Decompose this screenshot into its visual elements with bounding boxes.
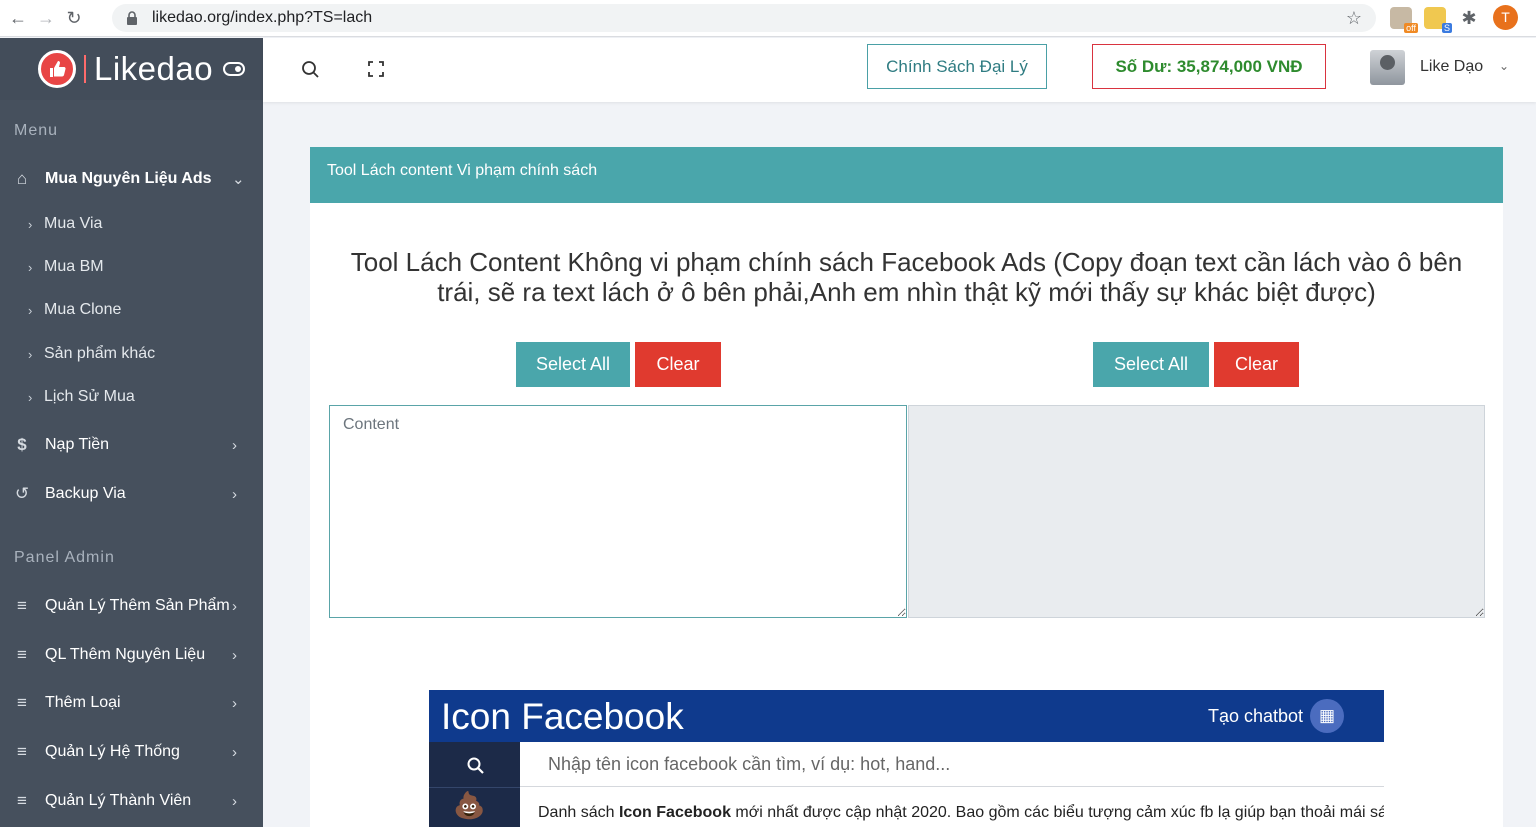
layers-icon: ≡ [17, 791, 27, 810]
layers-icon: ≡ [17, 596, 27, 615]
bookmark-star-icon[interactable]: ☆ [1346, 8, 1362, 29]
sidebar-subitem-label: Sản phẩm khác [44, 345, 156, 362]
widget-header: Icon Facebook Tạo chatbot ▦ [429, 690, 1384, 742]
avatar[interactable] [1370, 50, 1405, 85]
brand-divider [84, 55, 86, 83]
create-chatbot-link[interactable]: Tạo chatbot [1208, 706, 1303, 727]
dollar-icon: $ [17, 435, 27, 454]
fullscreen-icon[interactable] [367, 60, 385, 78]
sidebar-item-quan-ly-thanh-vien[interactable]: ≡ Quản Lý Thành Viên › [0, 783, 263, 819]
sidebar-subitem-lich-su-mua[interactable]: › Lịch Sử Mua [0, 382, 263, 412]
agent-policy-button[interactable]: Chính Sách Đại Lý [867, 44, 1047, 89]
widget-description: Danh sách Icon Facebook mới nhất được cậ… [538, 804, 1384, 822]
sidebar-item-label: Nạp Tiền [45, 436, 110, 453]
brand-name: Likedao [94, 50, 214, 87]
chevron-right-icon: › [28, 302, 33, 318]
icon-search-input[interactable] [520, 742, 1384, 787]
sidebar-item-ql-them-nguyen-lieu[interactable]: ≡ QL Thêm Nguyên Liệu › [0, 637, 263, 673]
browser-toolbar: ← → ↻ likedao.org/index.php?TS=lach ☆ of… [0, 0, 1536, 37]
balance-button[interactable]: Số Dư: 35,874,000 VNĐ [1092, 44, 1326, 89]
sidebar-item-backup-via[interactable]: ↺ Backup Via › [0, 476, 263, 512]
toggle-icon[interactable] [223, 62, 246, 76]
result-output[interactable] [908, 405, 1485, 618]
search-icon[interactable] [466, 756, 486, 776]
reload-icon[interactable]: ↻ [60, 4, 88, 32]
chevron-right-icon: › [28, 346, 33, 362]
profile-avatar[interactable]: T [1493, 5, 1518, 30]
emoji-icon: 💩 [453, 790, 486, 820]
layers-icon: ≡ [17, 693, 27, 712]
qr-code-icon[interactable]: ▦ [1310, 699, 1344, 733]
sidebar-item-quan-ly-he-thong[interactable]: ≡ Quản Lý Hệ Thống › [0, 734, 263, 770]
divider [429, 787, 520, 788]
chevron-right-icon: › [28, 259, 33, 275]
content-input[interactable] [329, 405, 907, 618]
thumbs-up-icon [38, 50, 76, 88]
sidebar-subitem-san-pham-khac[interactable]: › Sản phẩm khác [0, 339, 263, 369]
sidebar-item-label: Quản Lý Thêm Sản Phẩm [45, 597, 230, 614]
chevron-right-icon: › [232, 485, 237, 503]
brand-logo-area[interactable]: Likedao [0, 38, 263, 100]
select-all-left-button[interactable]: Select All [516, 342, 630, 387]
forward-arrow-icon[interactable]: → [32, 4, 60, 32]
sidebar-subitem-label: Mua Clone [44, 301, 122, 318]
sidebar-subitem-label: Mua BM [44, 258, 104, 275]
url-text: likedao.org/index.php?TS=lach [152, 9, 373, 26]
sidebar-item-label: QL Thêm Nguyên Liệu [45, 646, 206, 663]
layers-icon: ≡ [17, 742, 27, 761]
select-all-right-button[interactable]: Select All [1093, 342, 1209, 387]
clear-right-button[interactable]: Clear [1214, 342, 1299, 387]
desc-bold: Icon Facebook [618, 804, 731, 821]
home-icon: ⌂ [16, 169, 28, 188]
sidebar-subitem-mua-bm[interactable]: › Mua BM [0, 252, 263, 282]
page-title: Tool Lách Content Không vi phạm chính sá… [350, 247, 1463, 307]
admin-section-title: Panel Admin [14, 549, 115, 566]
sidebar-subitem-mua-clone[interactable]: › Mua Clone [0, 295, 263, 325]
chevron-right-icon: › [232, 646, 237, 664]
chevron-right-icon: › [232, 436, 237, 454]
layers-icon: ≡ [17, 645, 27, 664]
lock-icon [127, 11, 137, 25]
chevron-right-icon: › [28, 389, 33, 405]
chevron-down-icon: ⌄ [232, 171, 245, 188]
sidebar-item-mua-nguyen-lieu-ads[interactable]: ⌂ Mua Nguyên Liệu Ads ⌄ [0, 161, 263, 197]
sidebar-subitem-mua-via[interactable]: › Mua Via [0, 209, 263, 239]
user-name[interactable]: Like Dạo [1420, 58, 1483, 76]
sidebar-item-quan-ly-them-san-pham[interactable]: ≡ Quản Lý Thêm Sản Phẩm › [0, 588, 263, 624]
menu-section-title: Menu [14, 122, 59, 139]
extension-badge: off [1404, 23, 1418, 33]
address-bar[interactable]: likedao.org/index.php?TS=lach ☆ [112, 4, 1376, 32]
sidebar: Likedao Menu ⌂ Mua Nguyên Liệu Ads ⌄ › Mu… [0, 38, 263, 827]
desc-prefix: Danh sách [538, 804, 619, 821]
card-header: Tool Lách content Vi phạm chính sách [310, 147, 1503, 203]
sidebar-subitem-label: Mua Via [44, 215, 103, 232]
extension-badge: S [1441, 23, 1452, 33]
icon-facebook-widget: Icon Facebook Tạo chatbot ▦ 💩 Danh sách … [429, 690, 1384, 827]
chevron-down-icon[interactable]: ⌄ [1499, 59, 1509, 73]
history-icon: ↺ [14, 484, 30, 503]
sidebar-item-label: Mua Nguyên Liệu Ads [45, 170, 212, 187]
chevron-right-icon: › [232, 743, 237, 761]
sidebar-item-label: Quản Lý Hệ Thống [45, 743, 180, 760]
sidebar-item-them-loai[interactable]: ≡ Thêm Loại › [0, 685, 263, 721]
sidebar-item-label: Quản Lý Thành Viên [45, 792, 192, 809]
extension-icon[interactable]: off [1390, 7, 1418, 33]
extension-icon[interactable]: S [1424, 7, 1452, 33]
search-icon[interactable] [301, 60, 321, 80]
widget-title: Icon Facebook [441, 696, 684, 737]
sidebar-item-label: Thêm Loại [45, 694, 121, 711]
top-header: Chính Sách Đại Lý Số Dư: 35,874,000 VNĐ … [263, 38, 1536, 102]
clear-left-button[interactable]: Clear [635, 342, 721, 387]
desc-suffix: mới nhất được cập nhật 2020. Bao gồm các… [730, 804, 1384, 821]
sidebar-subitem-label: Lịch Sử Mua [44, 388, 135, 405]
sidebar-item-label: Backup Via [45, 485, 126, 502]
chevron-right-icon: › [28, 216, 33, 232]
chevron-right-icon: › [232, 694, 237, 712]
puzzle-icon[interactable]: ✱ [1458, 7, 1480, 29]
chevron-right-icon: › [232, 597, 237, 615]
chevron-right-icon: › [232, 792, 237, 810]
back-arrow-icon[interactable]: ← [4, 4, 32, 32]
sidebar-item-nap-tien[interactable]: $ Nạp Tiền › [0, 427, 263, 463]
